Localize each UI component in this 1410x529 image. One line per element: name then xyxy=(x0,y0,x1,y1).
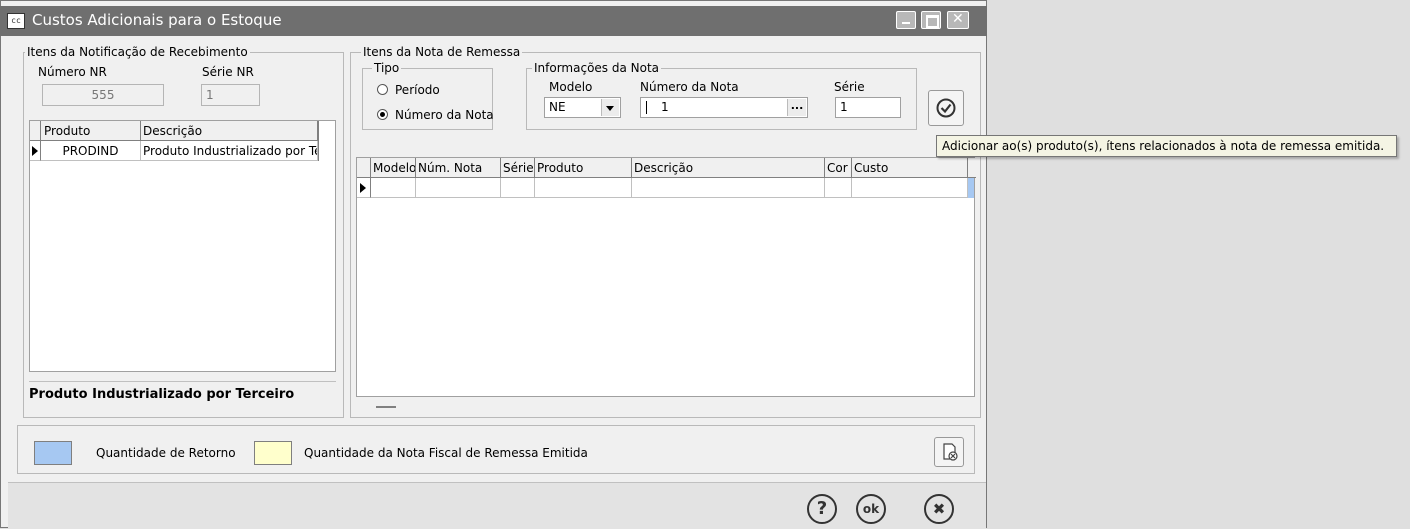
ok-icon: ok xyxy=(862,502,880,516)
lookup-button[interactable]: ... xyxy=(787,99,806,116)
numero-nota-label: Número da Nota xyxy=(640,80,739,94)
table-cell[interactable] xyxy=(371,178,416,198)
tipo-legend: Tipo xyxy=(372,61,402,75)
column-header-descricao[interactable]: Descrição xyxy=(632,158,825,178)
radio-numero-nota[interactable] xyxy=(377,109,388,120)
numero-nr-field[interactable]: 555 xyxy=(42,84,164,106)
current-row-arrow-icon xyxy=(360,183,366,193)
nr-group-legend: Itens da Notificação de Recebimento xyxy=(25,45,250,59)
modelo-select[interactable]: NE xyxy=(544,97,621,118)
table-cell[interactable] xyxy=(416,178,501,198)
selected-product-description: Produto Industrializado por Terceiro xyxy=(29,387,295,402)
minimize-icon xyxy=(902,22,910,24)
column-header-modelo[interactable]: Modelo xyxy=(371,158,416,178)
numero-nota-field[interactable]: 1 ... xyxy=(640,97,808,118)
retorno-color-swatch xyxy=(34,441,72,465)
quantity-highlight-cell xyxy=(968,178,974,198)
modelo-label: Modelo xyxy=(549,80,593,94)
serie-nr-label: Série NR xyxy=(202,65,254,79)
row-indicator-header xyxy=(30,121,41,141)
radio-periodo-label[interactable]: Período xyxy=(395,83,440,97)
close-button[interactable]: ✕ xyxy=(947,11,969,29)
remessa-color-swatch xyxy=(254,441,292,465)
app-icon: cc xyxy=(7,13,25,29)
table-cell[interactable] xyxy=(852,178,968,198)
column-header-serie[interactable]: Série xyxy=(501,158,535,178)
column-header-cor[interactable]: Cor xyxy=(825,158,852,178)
column-header-produto[interactable]: Produto xyxy=(41,121,141,141)
informacoes-legend: Informações da Nota xyxy=(532,61,662,75)
title-bar: cc Custos Adicionais para o Estoque ✕ xyxy=(0,6,987,36)
minimize-button[interactable] xyxy=(896,11,916,29)
window-title: Custos Adicionais para o Estoque xyxy=(32,11,282,29)
table-cell[interactable] xyxy=(535,178,632,198)
footer-bar xyxy=(8,482,986,529)
cancel-icon: ✖ xyxy=(932,500,946,518)
serie-field[interactable]: 1 xyxy=(835,97,901,118)
serie-label: Série xyxy=(834,80,865,94)
radio-numero-nota-label[interactable]: Número da Nota xyxy=(395,108,494,122)
row-indicator-header xyxy=(357,158,371,178)
retorno-label: Quantidade de Retorno xyxy=(96,446,236,460)
help-icon: ? xyxy=(816,498,828,519)
column-header-num-nota[interactable]: Núm. Nota xyxy=(416,158,501,178)
help-button[interactable]: ? xyxy=(807,494,837,524)
radio-periodo[interactable] xyxy=(377,84,388,95)
remessa-items-grid[interactable]: Modelo Núm. Nota Série Produto Descrição… xyxy=(356,157,976,397)
nr-products-grid[interactable]: Produto Descrição PRODIND Produto Indust… xyxy=(29,120,336,372)
ok-button[interactable]: ok xyxy=(856,494,886,524)
dropdown-button[interactable] xyxy=(601,99,619,116)
grid-footer-separator xyxy=(376,406,396,408)
column-header-descricao[interactable]: Descrição xyxy=(141,121,318,141)
row-indicator xyxy=(357,178,371,198)
maximize-icon xyxy=(926,15,939,28)
tooltip: Adicionar ao(s) produto(s), ítens relaci… xyxy=(936,135,1397,157)
remessa-group-legend: Itens da Nota de Remessa xyxy=(361,45,523,59)
table-cell-produto[interactable]: PRODIND xyxy=(41,141,141,161)
current-row-arrow-icon xyxy=(32,146,38,156)
cancel-button[interactable]: ✖ xyxy=(924,494,954,524)
add-related-items-button[interactable] xyxy=(928,90,964,126)
table-cell[interactable] xyxy=(825,178,852,198)
chevron-down-icon xyxy=(606,106,614,111)
serie-nr-field[interactable]: 1 xyxy=(201,84,260,106)
column-header-produto[interactable]: Produto xyxy=(535,158,632,178)
table-cell[interactable] xyxy=(632,178,825,198)
maximize-button[interactable] xyxy=(921,11,941,29)
modelo-value: NE xyxy=(549,100,566,114)
close-icon: ✕ xyxy=(952,11,964,27)
row-indicator xyxy=(30,141,41,161)
numero-nr-label: Número NR xyxy=(38,65,107,79)
numero-nota-value: 1 xyxy=(661,100,669,114)
table-cell-descricao[interactable]: Produto Industrializado por Ter xyxy=(141,141,318,161)
table-cell[interactable] xyxy=(501,178,535,198)
column-header-custo[interactable]: Custo xyxy=(852,158,968,178)
text-caret xyxy=(646,101,647,114)
check-circle-icon xyxy=(936,98,956,118)
remessa-label: Quantidade da Nota Fiscal de Remessa Emi… xyxy=(304,446,588,460)
clear-document-icon xyxy=(943,443,958,461)
clear-button[interactable] xyxy=(934,437,964,467)
